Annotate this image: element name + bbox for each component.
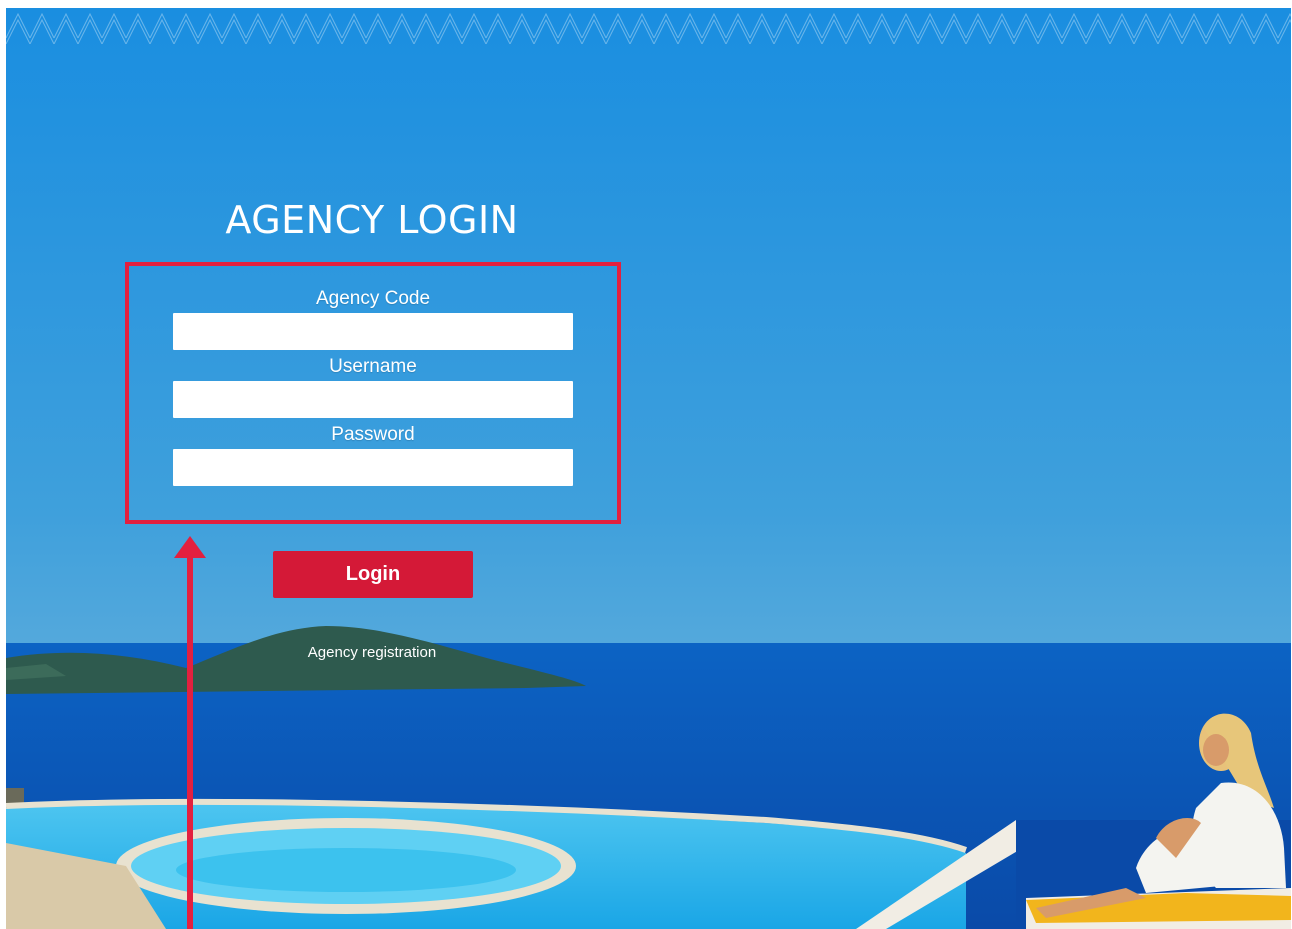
page-title: AGENCY LOGIN [225,198,519,243]
agency-code-label: Agency Code [315,288,431,309]
login-form: Agency Code Username Password [173,286,573,490]
login-button[interactable]: Login [273,551,473,598]
agency-registration-link[interactable]: Agency registration [6,644,738,661]
password-label: Password [331,424,415,445]
password-input[interactable] [173,449,573,486]
agency-code-input[interactable] [173,313,573,350]
username-label: Username [329,356,417,377]
username-input[interactable] [173,381,573,418]
login-page: AGENCY LOGIN Agency Code Username Passwo… [6,8,1291,929]
